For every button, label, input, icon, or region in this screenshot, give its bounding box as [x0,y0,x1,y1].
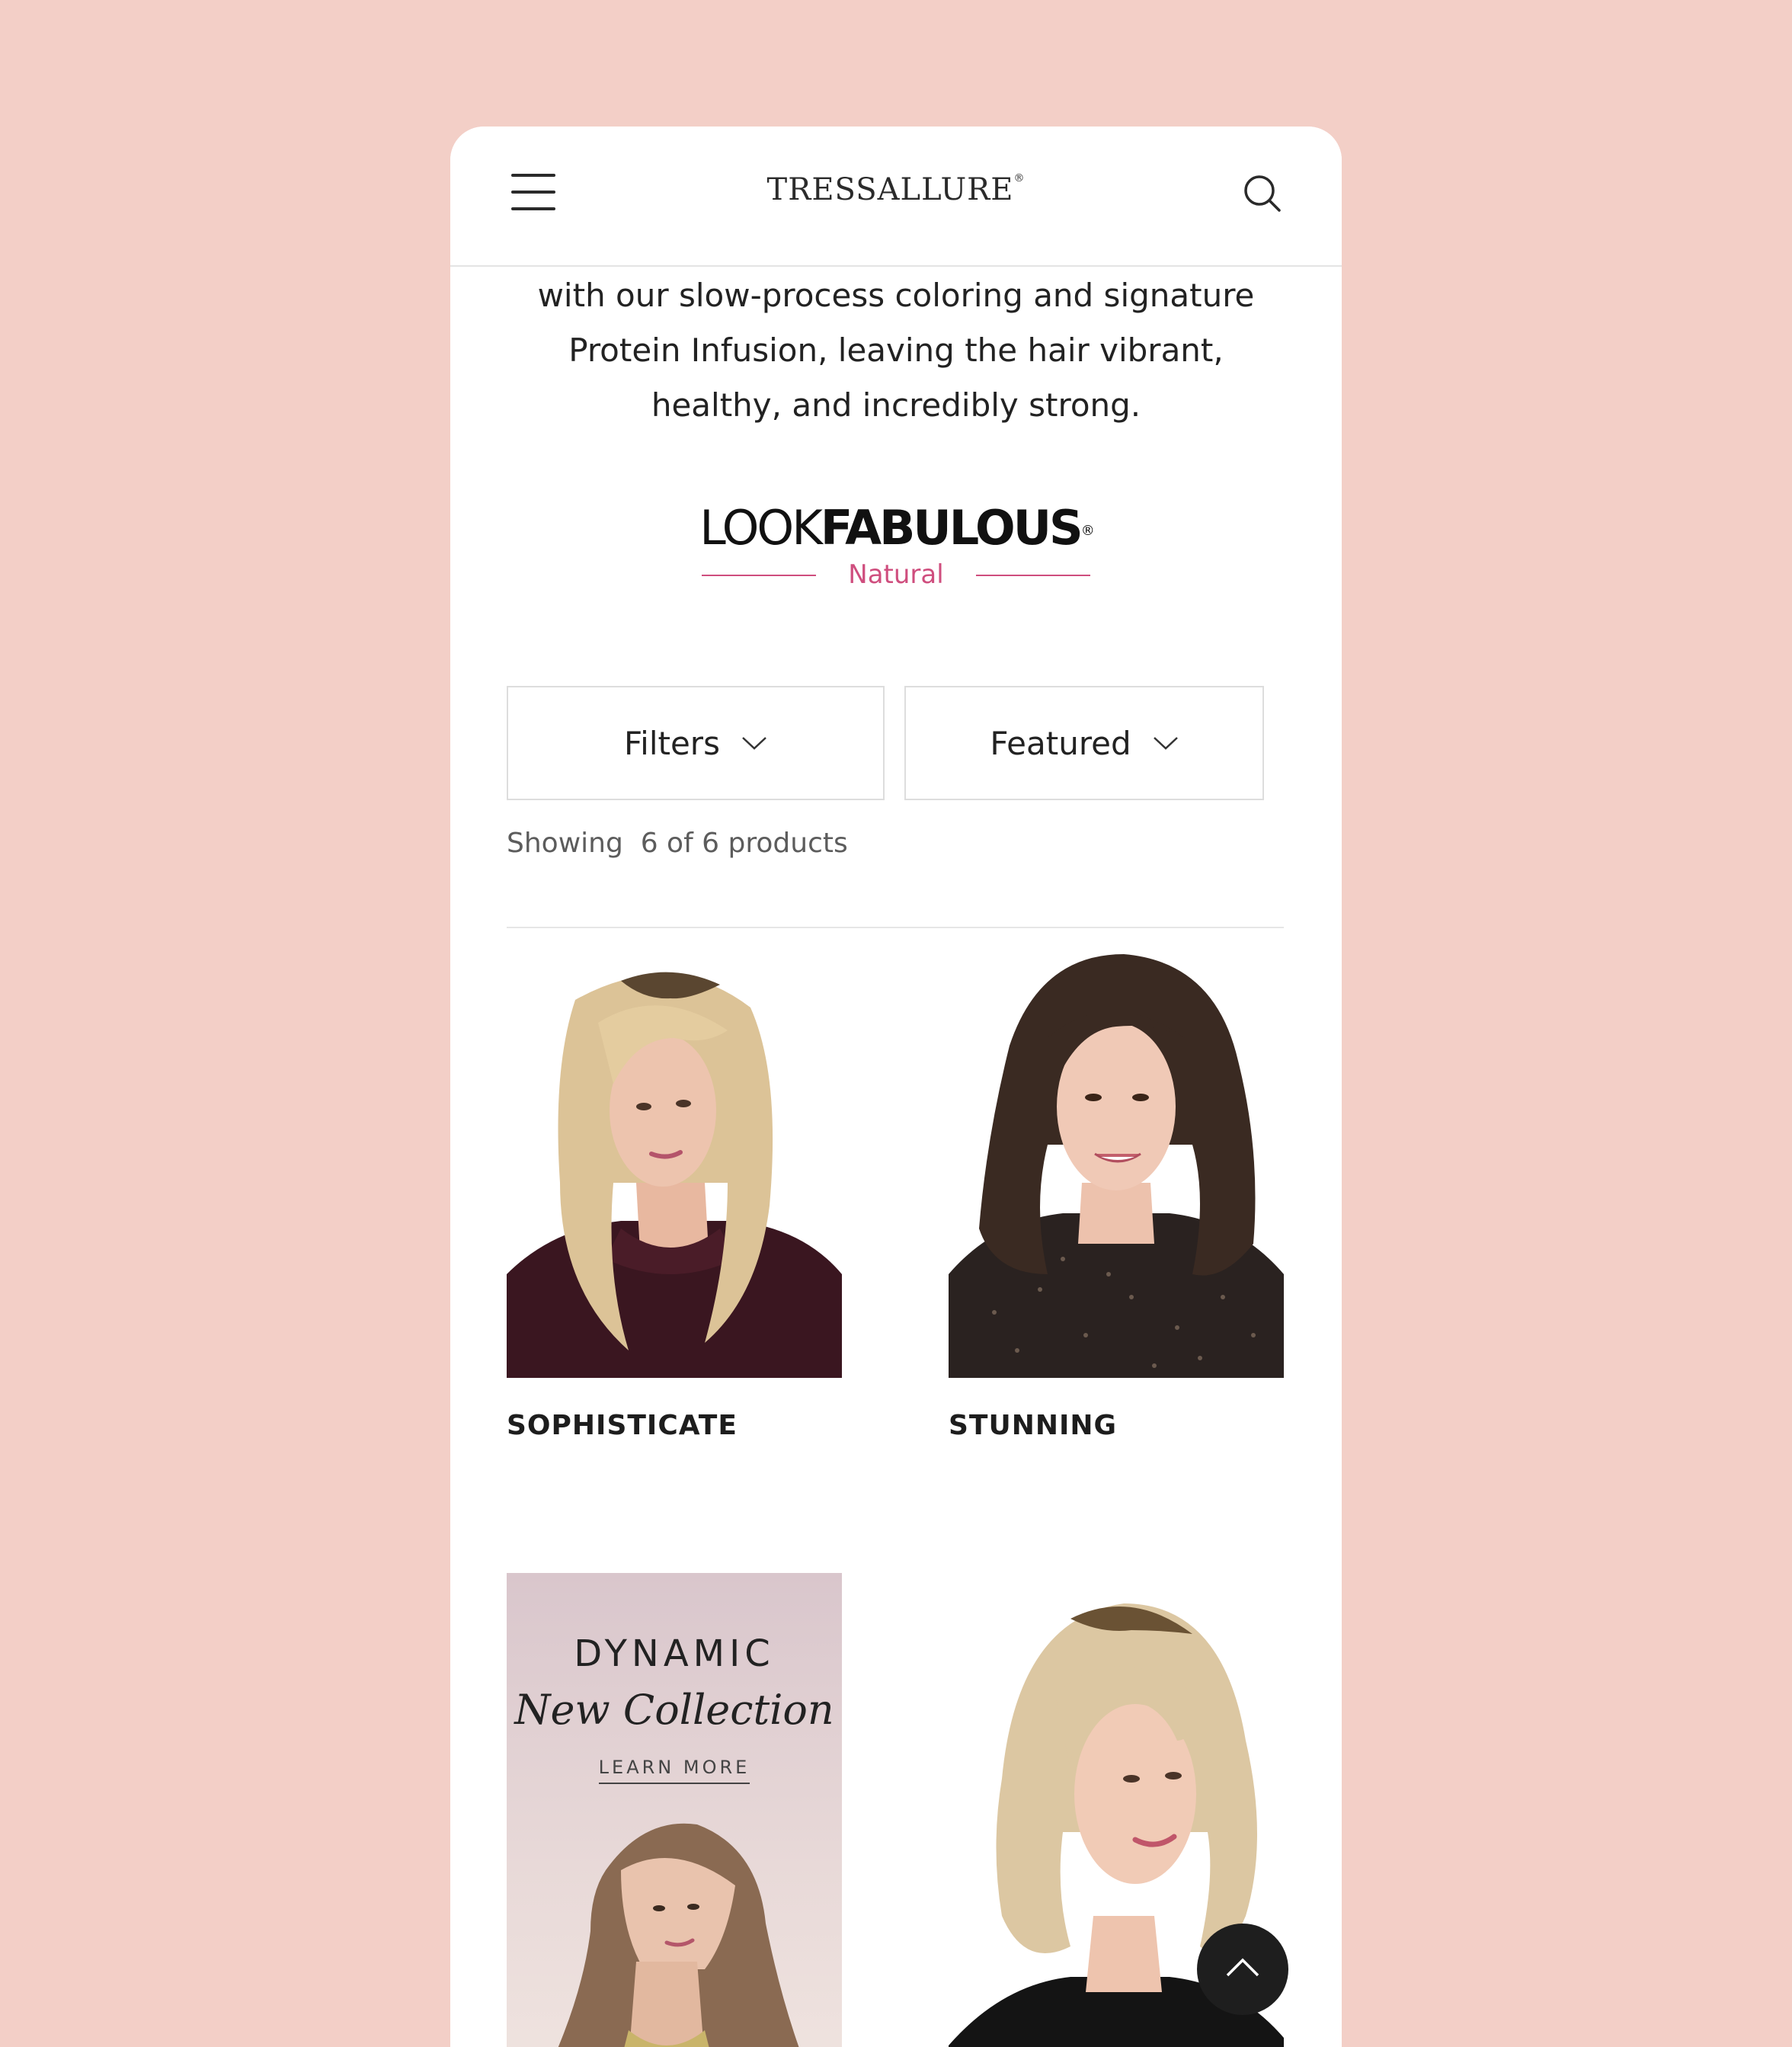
filters-label: Filters [624,724,720,762]
promo-subtitle: New Collection [514,1686,834,1734]
logo-word-look: LOOK [699,500,823,556]
chevron-down-icon [1153,737,1178,750]
product-name[interactable]: STUNNING [949,1410,1117,1441]
logo-registered: ® [1080,522,1095,539]
chevron-down-icon [742,737,766,750]
promo-title: DYNAMIC [574,1632,775,1675]
logo-word-fabulous: FABULOUS [820,500,1083,556]
promo-banner-dynamic[interactable]: DYNAMIC New Collection LEARN MORE [507,1573,842,2047]
sort-label: Featured [990,724,1131,762]
product-name[interactable]: SOPHISTICATE [507,1410,738,1441]
product-image-stunning[interactable] [949,954,1284,1378]
scroll-to-top-button[interactable] [1197,1924,1288,2015]
product-count: Showing 6 of 6 products [507,828,848,859]
logo-word-natural: Natural [848,559,944,590]
brand-logo[interactable]: TRESSALLURE® [450,172,1342,207]
sort-dropdown[interactable]: Featured [904,686,1264,800]
product-image-sophisticate[interactable] [507,954,842,1378]
learn-more-link[interactable]: LEARN MORE [598,1757,750,1784]
search-icon[interactable] [1243,174,1282,213]
site-header: TRESSALLURE® [450,127,1342,267]
phone-frame: TRESSALLURE® with our slow-process color… [450,127,1342,2047]
divider [507,927,1284,928]
collection-description: with our slow-process coloring and signa… [537,277,1255,424]
filters-button[interactable]: Filters [507,686,885,800]
brand-trademark: ® [1013,172,1026,184]
look-fabulous-natural-logo: LOOKFABULOUS® Natural [694,500,1098,590]
brand-name: TRESSALLURE [766,172,1014,207]
chevron-up-icon [1226,1958,1259,1977]
promo-model-image [558,1823,799,2047]
